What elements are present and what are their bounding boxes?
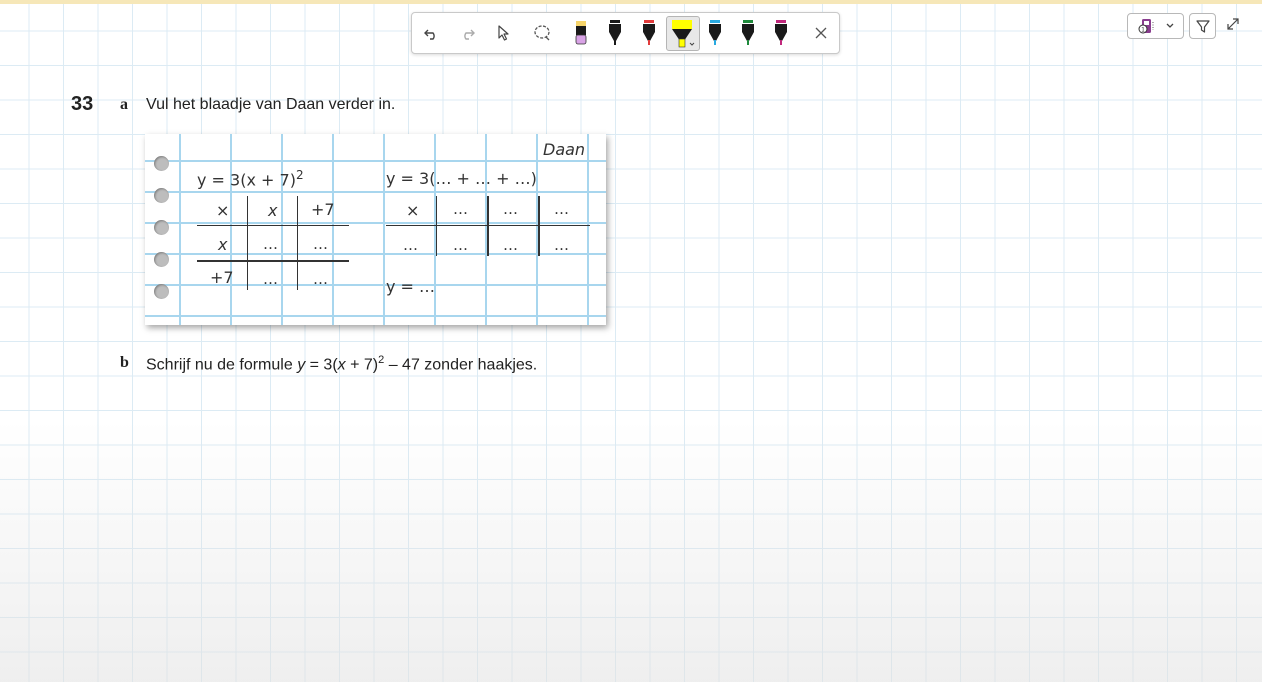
highlighter-pink-icon[interactable] [570, 13, 592, 53]
select-pointer-icon[interactable] [492, 13, 516, 53]
right-table-header-cell: … [453, 200, 468, 218]
top-strip [0, 0, 1262, 4]
left-table-header-cell: +7 [311, 200, 335, 219]
left-table-cell: … [313, 235, 328, 253]
part-a-letter: a [120, 96, 128, 113]
table-line [538, 196, 540, 256]
table-line [197, 260, 349, 262]
table-line [487, 196, 489, 256]
daan-notebook-sheet: Daan y = 3(x + 7)2 × x +7 x … … +7 … … y… [145, 134, 606, 325]
pen-settings-icon: 1 [1138, 19, 1173, 34]
filter-icon [1195, 20, 1210, 33]
table-line [197, 225, 349, 226]
expand-icon[interactable] [1224, 15, 1242, 33]
right-table-cell: … [554, 236, 569, 254]
left-table-cell: … [313, 270, 328, 288]
pen-purple-icon[interactable] [770, 13, 792, 53]
pen-black-icon[interactable] [604, 13, 626, 53]
pen-green-icon[interactable] [737, 13, 759, 53]
sheet-owner-name: Daan [543, 140, 586, 159]
right-table-cell: … [453, 236, 468, 254]
part-a-text: Vul het blaadje van Daan verder in. [146, 96, 396, 113]
binder-hole [154, 156, 169, 171]
table-line [297, 196, 298, 290]
pen-red-icon[interactable] [638, 13, 660, 53]
left-table-cell: … [263, 270, 278, 288]
pen-settings-dropdown[interactable]: 1 [1127, 13, 1184, 39]
part-b-text: Schrijf nu de formule y = 3(x + 7)2 – 47… [146, 354, 538, 374]
binder-hole [154, 252, 169, 267]
highlighter-yellow-icon[interactable] [666, 16, 700, 51]
left-table-cell: x [218, 235, 228, 254]
right-table-cell: … [503, 236, 518, 254]
drawing-toolbar [411, 12, 840, 54]
undo-icon[interactable] [420, 13, 444, 53]
left-table-header-cell: x [268, 201, 278, 220]
binder-hole [154, 188, 169, 203]
formula-right: y = 3(… + … + …) [386, 169, 537, 188]
svg-text:1: 1 [1141, 27, 1145, 34]
right-table-header-cell: … [554, 200, 569, 218]
binder-hole [154, 220, 169, 235]
left-table-header-cell: × [216, 201, 230, 220]
table-line [436, 196, 437, 256]
formula-left: y = 3(x + 7)2 [197, 168, 304, 190]
bottom-fade [0, 420, 1262, 682]
table-line [247, 196, 248, 290]
right-table-header-cell: … [503, 200, 518, 218]
lasso-icon[interactable] [530, 13, 554, 53]
close-icon[interactable] [810, 13, 832, 53]
exercise-number: 33 [71, 93, 94, 115]
left-table-cell: +7 [210, 268, 234, 287]
part-b-letter: b [120, 354, 129, 371]
right-table-cell: … [403, 236, 418, 254]
filter-button[interactable] [1189, 13, 1216, 39]
binder-hole [154, 284, 169, 299]
result-line: y = … [386, 277, 436, 296]
pen-blue-icon[interactable] [704, 13, 726, 53]
left-table-cell: … [263, 235, 278, 253]
redo-icon[interactable] [455, 13, 479, 53]
right-table-header-cell: × [406, 201, 420, 220]
